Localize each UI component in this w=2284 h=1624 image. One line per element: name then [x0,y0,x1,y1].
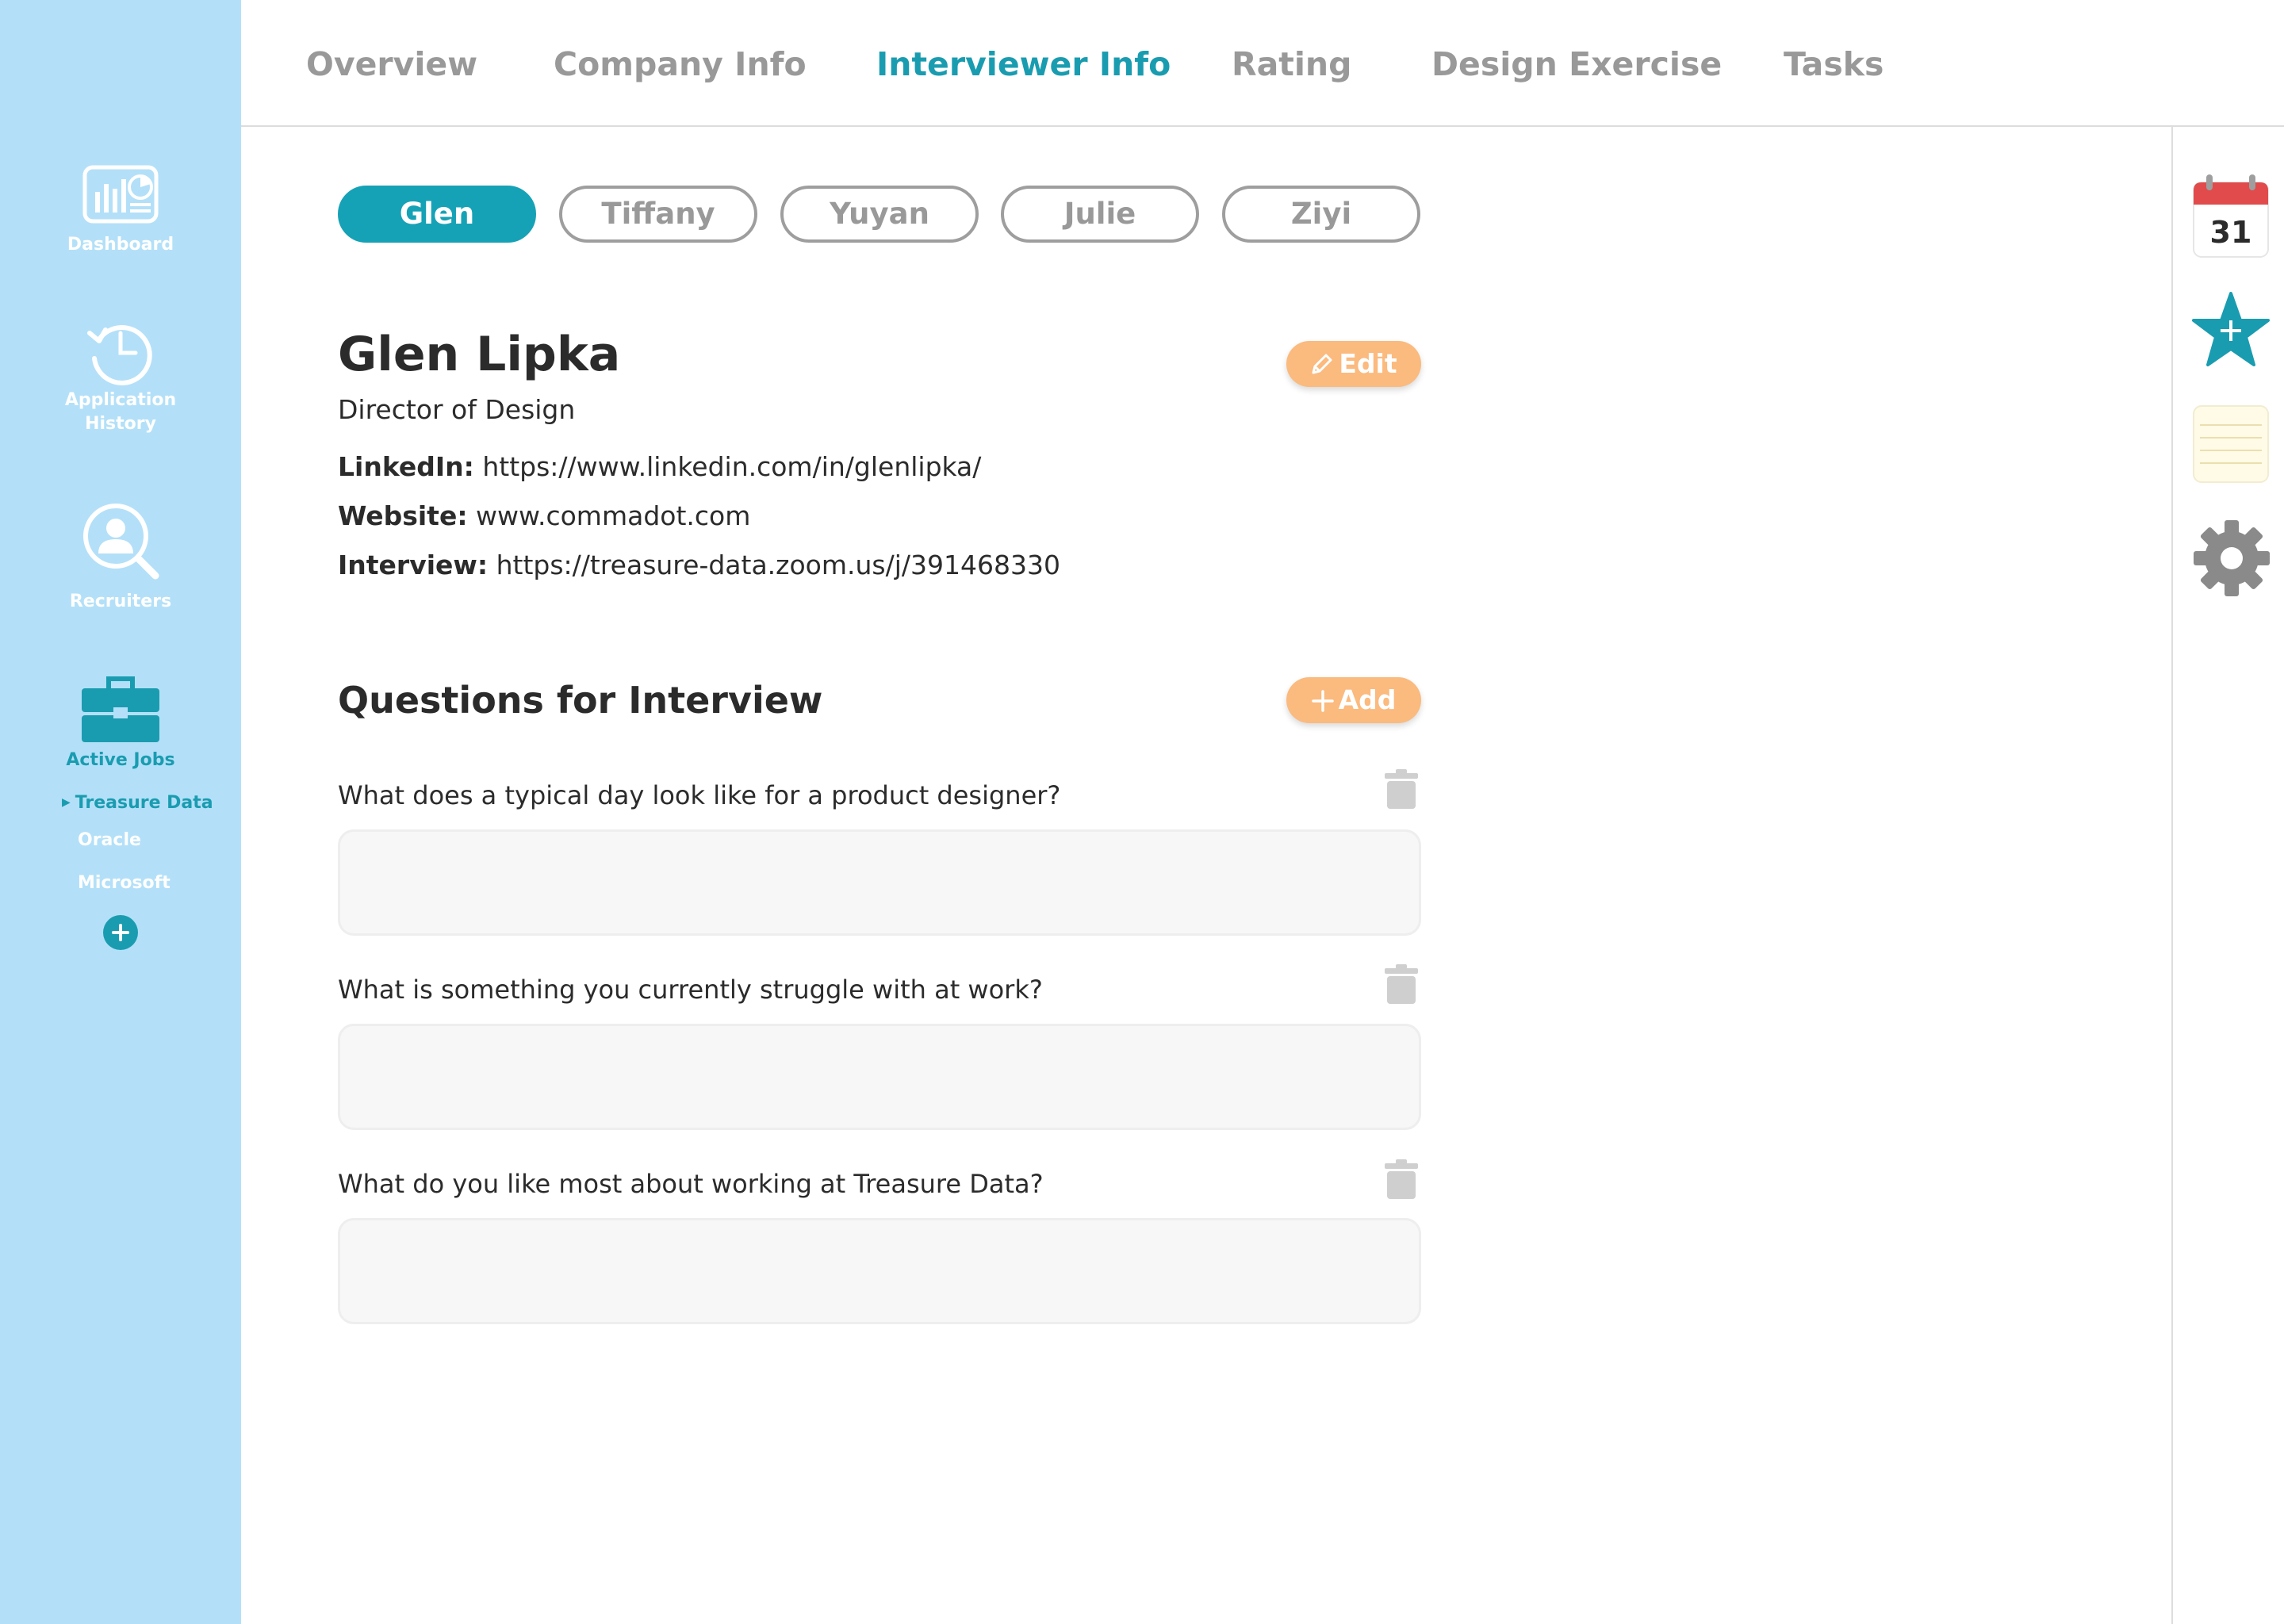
sidebar-job-treasure-data[interactable]: ▶ Treasure Data [62,793,213,813]
interview-row: Interview: https://treasure-data.zoom.us… [338,550,1060,580]
sidebar-item-label: Application History [64,390,177,434]
sidebar-job-label: Oracle [78,830,141,850]
notepad-icon [2193,405,2269,483]
pencil-icon [1310,344,1334,390]
notes-button[interactable] [2192,404,2270,487]
top-tab-bar: Overview Company Info Interviewer Info R… [241,0,2284,127]
delete-question-trash-icon[interactable] [1385,1159,1418,1202]
sidebar-item-label: Active Jobs [66,750,175,770]
settings-gear-icon [2194,520,2270,596]
plus-icon [1311,680,1334,726]
answer-input[interactable] [338,1218,1421,1324]
star-add-icon [2192,292,2270,366]
interviewer-pill-glen[interactable]: Glen [338,186,536,243]
website-row: Website: www.commadot.com [338,500,750,531]
question-text: What is something you currently struggle… [338,975,1043,1005]
delete-question-trash-icon[interactable] [1385,769,1418,812]
calendar-button[interactable]: 31 [2192,174,2270,262]
sidebar-job-label: Treasure Data [75,793,213,813]
sidebar-item-active-jobs[interactable]: Active Jobs [0,674,241,772]
add-job-plus-circle-icon[interactable] [103,915,138,950]
answer-input[interactable] [338,1024,1421,1130]
linkedin-link[interactable]: https://www.linkedin.com/in/glenlipka/ [482,451,981,482]
tab-design-exercise[interactable]: Design Exercise [1431,44,1722,84]
interviewer-pill-ziyi[interactable]: Ziyi [1222,186,1420,243]
sidebar-item-label: Recruiters [69,592,172,611]
interview-link[interactable]: https://treasure-data.zoom.us/j/39146833… [496,550,1060,580]
interviewer-pill-yuyan[interactable]: Yuyan [780,186,979,243]
interviewer-pill-julie[interactable]: Julie [1001,186,1199,243]
delete-question-trash-icon[interactable] [1385,964,1418,1007]
calendar-icon: 31 [2193,174,2269,258]
website-link[interactable]: www.commadot.com [476,500,750,531]
answer-input[interactable] [338,829,1421,936]
interviewer-title: Director of Design [338,394,576,425]
sidebar-job-oracle[interactable]: Oracle [78,830,141,850]
sidebar-item-application-history[interactable]: Application History [0,317,241,436]
settings-button[interactable] [2192,519,2271,601]
briefcase-icon [82,676,159,742]
sidebar-item-dashboard[interactable]: Dashboard [0,165,241,257]
caret-right-icon: ▶ [62,796,71,809]
add-favorite-button[interactable] [2192,292,2270,371]
sidebar: Dashboard Application History Recruiters… [0,0,241,1624]
dashboard-chart-icon [82,165,159,224]
tab-company-info[interactable]: Company Info [554,44,807,84]
interviewer-name: Glen Lipka [338,327,621,382]
questions-section-title: Questions for Interview [338,679,823,722]
interviewer-pill-tiffany[interactable]: Tiffany [559,186,757,243]
sidebar-item-label: Dashboard [67,235,174,255]
linkedin-label: LinkedIn: [338,451,474,482]
edit-button[interactable]: Edit [1286,341,1421,387]
tab-rating[interactable]: Rating [1232,44,1351,84]
add-button-label: Add [1338,684,1397,715]
question-text: What does a typical day look like for a … [338,780,1061,810]
linkedin-row: LinkedIn: https://www.linkedin.com/in/gl… [338,451,981,482]
tab-interviewer-info[interactable]: Interviewer Info [876,44,1171,84]
edit-button-label: Edit [1339,348,1397,379]
person-search-icon [83,504,159,580]
calendar-day-number: 31 [2210,215,2252,250]
tab-overview[interactable]: Overview [306,44,477,84]
tab-tasks[interactable]: Tasks [1784,44,1884,84]
sidebar-item-recruiters[interactable]: Recruiters [0,501,241,614]
website-label: Website: [338,500,468,531]
sidebar-job-microsoft[interactable]: Microsoft [78,873,171,893]
history-clock-icon [87,324,152,385]
sidebar-job-label: Microsoft [78,873,171,893]
question-text: What do you like most about working at T… [338,1169,1044,1199]
interview-label: Interview: [338,550,489,580]
right-tool-rail: 31 [2171,127,2284,1624]
add-question-button[interactable]: Add [1286,677,1421,723]
